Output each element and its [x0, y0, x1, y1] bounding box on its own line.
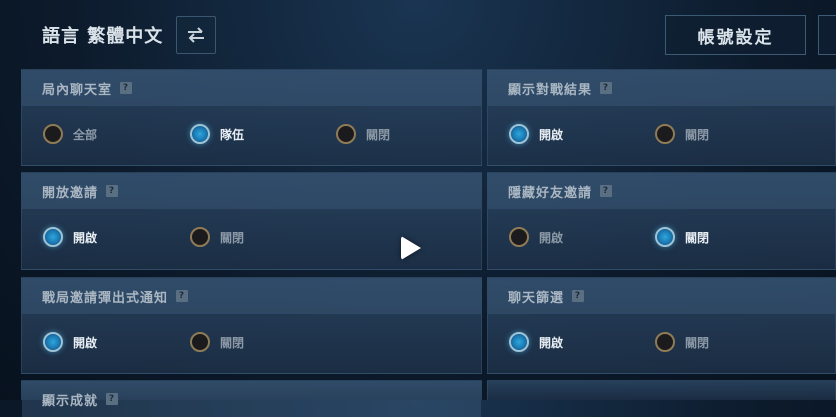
panel-title-text: 顯示對戰結果 — [508, 82, 593, 98]
radio-selected-icon[interactable] — [43, 332, 63, 352]
panel-hide-friend-invites: 隱藏好友邀請 ? 開啟 關閉 — [487, 172, 836, 270]
radio-option-on[interactable]: 開啟 — [509, 124, 563, 144]
help-icon[interactable]: ? — [572, 290, 585, 302]
panel-title: 顯示對戰結果 ? — [488, 70, 835, 106]
option-label: 開啟 — [539, 335, 564, 350]
swap-arrows-icon — [188, 27, 204, 43]
option-label: 全部 — [73, 127, 98, 142]
radio-selected-icon[interactable] — [43, 227, 63, 247]
radio-option-off[interactable]: 關閉 — [190, 332, 244, 352]
radio-unselected-icon[interactable] — [190, 227, 210, 247]
panel-chat-filter: 聊天篩選 ? 開啟 關閉 — [487, 277, 836, 374]
panel-title-text: 隱藏好友邀請 — [508, 185, 593, 201]
panel-title: 開放邀請 ? — [22, 173, 481, 209]
radio-unselected-icon[interactable] — [509, 227, 529, 247]
panel-title: 顯示成就 ? — [22, 381, 481, 417]
radio-selected-icon[interactable] — [509, 332, 529, 352]
radio-unselected-icon[interactable] — [655, 332, 675, 352]
radio-unselected-icon[interactable] — [336, 124, 356, 144]
panel-show-achievements: 顯示成就 ? — [21, 380, 482, 417]
radio-option-off[interactable]: 關閉 — [655, 227, 709, 247]
help-icon[interactable]: ? — [600, 185, 613, 197]
panel-in-game-chat: 局內聊天室 ? 全部 隊伍 關閉 — [21, 69, 482, 166]
radio-option-off[interactable]: 關閉 — [655, 332, 709, 352]
top-bar: 語言 繁體中文 帳號設定 — [0, 0, 836, 70]
account-settings-button[interactable]: 帳號設定 — [665, 15, 806, 55]
option-label: 關閉 — [685, 230, 710, 245]
radio-unselected-icon[interactable] — [655, 124, 675, 144]
panel-title: 戰局邀請彈出式通知 ? — [22, 278, 481, 314]
panel-show-match-results: 顯示對戰結果 ? 開啟 關閉 — [487, 69, 836, 166]
panel-empty-right — [487, 380, 836, 400]
play-icon[interactable] — [401, 236, 421, 260]
language-label: 語言 繁體中文 — [42, 26, 164, 47]
panel-title: 隱藏好友邀請 ? — [488, 173, 835, 209]
option-label: 關閉 — [366, 127, 391, 142]
help-icon[interactable]: ? — [106, 393, 119, 405]
help-icon[interactable]: ? — [120, 82, 133, 94]
radio-option-off[interactable]: 關閉 — [655, 124, 709, 144]
help-icon[interactable]: ? — [600, 82, 613, 94]
panel-title-text: 開放邀請 — [42, 185, 99, 201]
option-label: 開啟 — [539, 230, 564, 245]
option-label: 關閉 — [685, 335, 710, 350]
option-label: 開啟 — [539, 127, 564, 142]
panel-title-text: 聊天篩選 — [508, 290, 565, 306]
panel-match-invite-popup: 戰局邀請彈出式通知 ? 開啟 關閉 — [21, 277, 482, 374]
panel-title-text: 戰局邀請彈出式通知 — [42, 290, 169, 306]
option-label: 關閉 — [220, 230, 245, 245]
option-label: 開啟 — [73, 335, 98, 350]
radio-option-team[interactable]: 隊伍 — [190, 124, 244, 144]
panel-title-text: 局內聊天室 — [42, 82, 113, 98]
radio-option-on[interactable]: 開啟 — [43, 227, 97, 247]
radio-selected-icon[interactable] — [655, 227, 675, 247]
option-label: 關閉 — [220, 335, 245, 350]
radio-option-off[interactable]: 關閉 — [190, 227, 244, 247]
radio-unselected-icon[interactable] — [190, 332, 210, 352]
radio-selected-icon[interactable] — [509, 124, 529, 144]
radio-option-all[interactable]: 全部 — [43, 124, 97, 144]
help-icon[interactable]: ? — [106, 185, 119, 197]
radio-unselected-icon[interactable] — [43, 124, 63, 144]
help-icon[interactable]: ? — [176, 290, 189, 302]
language-switch-button[interactable] — [176, 16, 216, 54]
option-label: 隊伍 — [220, 127, 245, 142]
option-label: 開啟 — [73, 230, 98, 245]
option-label: 關閉 — [685, 127, 710, 142]
radio-option-off[interactable]: 關閉 — [336, 124, 390, 144]
panel-title: 聊天篩選 ? — [488, 278, 835, 314]
partial-button[interactable] — [818, 15, 836, 55]
radio-option-on[interactable]: 開啟 — [43, 332, 97, 352]
radio-option-on[interactable]: 開啟 — [509, 227, 563, 247]
radio-option-on[interactable]: 開啟 — [509, 332, 563, 352]
panel-title: 局內聊天室 ? — [22, 70, 481, 106]
panel-title-text: 顯示成就 — [42, 393, 99, 409]
radio-selected-icon[interactable] — [190, 124, 210, 144]
